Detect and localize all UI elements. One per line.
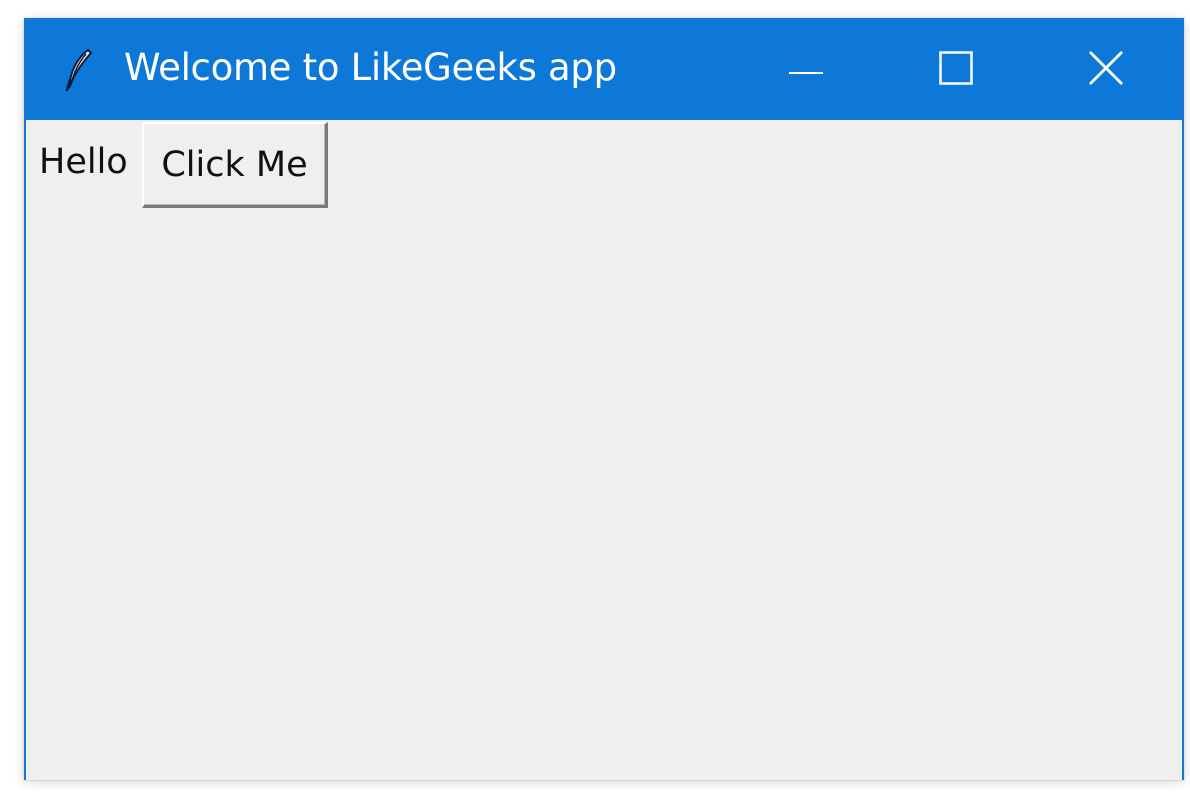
close-button[interactable] <box>1031 20 1181 120</box>
app-window: Welcome to LikeGeeks app Hello Click Me <box>24 18 1184 780</box>
maximize-button[interactable] <box>881 20 1031 120</box>
minimize-icon <box>789 61 823 80</box>
minimize-button[interactable] <box>731 20 881 120</box>
window-client-area: Hello Click Me <box>26 120 1182 780</box>
close-icon <box>1088 50 1124 90</box>
maximize-icon <box>939 51 973 89</box>
title-bar[interactable]: Welcome to LikeGeeks app <box>26 20 1182 120</box>
window-title: Welcome to LikeGeeks app <box>124 46 617 89</box>
feather-icon <box>64 48 94 92</box>
click-me-button[interactable]: Click Me <box>142 122 328 208</box>
hello-label: Hello <box>39 142 128 182</box>
